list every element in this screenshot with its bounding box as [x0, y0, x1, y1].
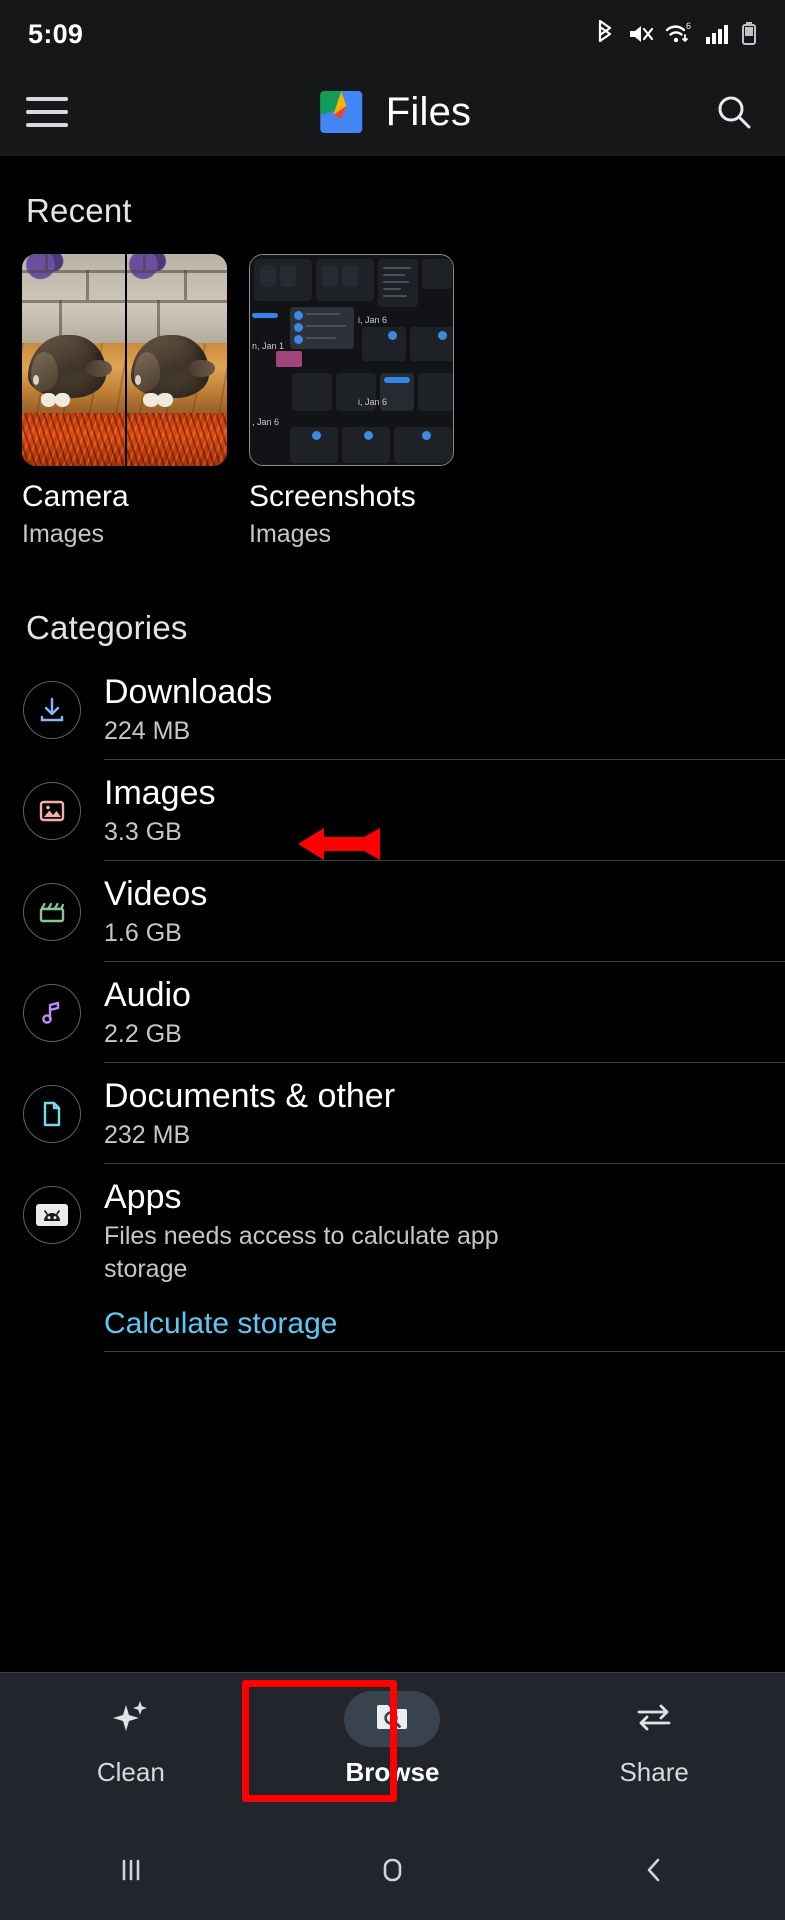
category-row-images[interactable]: Images 3.3 GB — [0, 760, 785, 861]
categories-list: Downloads 224 MB Images 3.3 GB Videos 1.… — [0, 659, 785, 1353]
recent-item-subtitle: Images — [22, 520, 104, 548]
bottom-navigation-bar: Clean Browse Share — [0, 1672, 785, 1820]
recent-row: Camera Images i, Jan 6 n, Jan 1 i, Jan 6… — [0, 230, 785, 549]
category-size: 1.6 GB — [104, 919, 182, 948]
battery-icon — [741, 20, 757, 48]
recent-item-subtitle: Images — [249, 520, 331, 548]
svg-text:6: 6 — [686, 21, 691, 31]
movie-clapper-icon — [23, 883, 81, 941]
category-row-audio[interactable]: Audio 2.2 GB — [0, 962, 785, 1063]
swap-arrows-icon — [634, 1699, 674, 1740]
category-size: 3.3 GB — [104, 818, 182, 847]
search-icon[interactable] — [709, 87, 759, 137]
nav-label: Share — [619, 1757, 689, 1787]
app-brand: Files — [314, 85, 471, 139]
nav-active-pill — [344, 1691, 441, 1747]
recent-card-screenshots[interactable]: i, Jan 6 n, Jan 1 i, Jan 6 , Jan 6 Scree… — [249, 254, 454, 549]
category-row-downloads[interactable]: Downloads 224 MB — [0, 659, 785, 760]
hamburger-menu-icon[interactable] — [26, 97, 68, 127]
cat-photo-thumbnail — [22, 254, 227, 466]
android-app-icon — [23, 1186, 81, 1244]
category-size: 2.2 GB — [104, 1020, 182, 1049]
volume-mute-icon — [627, 20, 655, 48]
recent-item-label: Screenshots — [249, 480, 416, 513]
screenshots-collage-thumbnail: i, Jan 6 n, Jan 1 i, Jan 6 , Jan 6 — [249, 254, 454, 466]
category-row-videos[interactable]: Videos 1.6 GB — [0, 861, 785, 962]
category-label: Images — [104, 774, 216, 812]
download-icon — [23, 681, 81, 739]
back-chevron-icon[interactable] — [594, 1835, 714, 1905]
music-note-icon — [23, 984, 81, 1042]
system-navigation-bar — [0, 1820, 785, 1920]
app-bar: Files — [0, 68, 785, 156]
category-label: Documents & other — [104, 1077, 396, 1115]
category-label: Apps — [104, 1178, 182, 1216]
document-icon — [23, 1085, 81, 1143]
category-label: Downloads — [104, 673, 273, 711]
page-title: Files — [385, 89, 472, 134]
category-size: 232 MB — [104, 1121, 191, 1150]
recents-icon[interactable] — [71, 1835, 191, 1905]
status-icons: 6 — [593, 20, 757, 48]
nav-item-clean[interactable]: Clean — [31, 1691, 231, 1788]
folder-search-icon — [374, 1701, 410, 1738]
wifi-6-icon: 6 — [665, 20, 695, 48]
nav-label: Clean — [96, 1757, 165, 1787]
recent-heading: Recent — [26, 192, 132, 229]
category-label: Audio — [104, 976, 191, 1014]
sparkle-icon — [111, 1697, 151, 1742]
category-label: Videos — [104, 875, 208, 913]
recent-item-label: Camera — [22, 480, 129, 513]
main-content: Recent Camera Images i, Jan 6 n, Jan 1 i… — [0, 156, 785, 1672]
cellular-signal-icon — [705, 20, 731, 48]
category-row-documents[interactable]: Documents & other 232 MB — [0, 1063, 785, 1164]
categories-heading: Categories — [26, 609, 188, 646]
calculate-storage-link[interactable]: Calculate storage — [104, 1307, 337, 1341]
bluetooth-icon — [593, 20, 617, 48]
status-time: 5:09 — [28, 18, 84, 49]
category-description: Files needs access to calculate app stor… — [104, 1222, 499, 1283]
phone-screen: 5:09 6 Files Recent Camera Images i, Jan… — [0, 0, 785, 1920]
category-row-apps[interactable]: Apps Files needs access to calculate app… — [0, 1164, 785, 1353]
nav-label: Browse — [345, 1757, 440, 1787]
image-icon — [23, 782, 81, 840]
files-app-logo — [314, 85, 368, 139]
home-icon[interactable] — [332, 1835, 452, 1905]
nav-item-share[interactable]: Share — [554, 1691, 754, 1788]
nav-item-browse[interactable]: Browse — [292, 1691, 492, 1788]
category-size: 224 MB — [104, 717, 191, 746]
recent-card-camera[interactable]: Camera Images — [22, 254, 227, 549]
status-bar: 5:09 6 — [0, 0, 785, 68]
